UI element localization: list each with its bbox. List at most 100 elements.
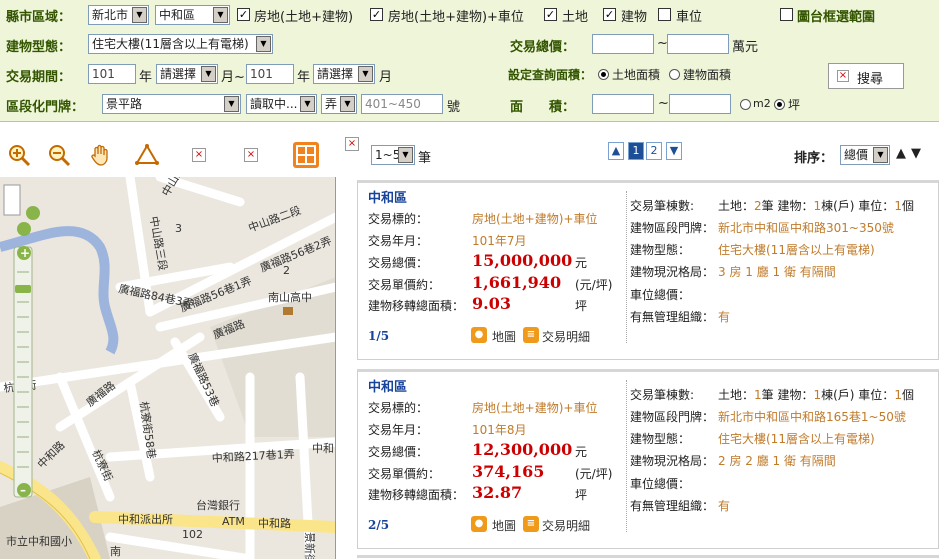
chevron-down-icon: ▼: [132, 7, 147, 23]
map-label: 3: [175, 222, 182, 235]
map-pin-icon: ●: [471, 327, 487, 343]
record-mgmt-label: 有無管理組織：: [630, 310, 715, 324]
record-unit-price-label: 交易單價約：: [368, 278, 441, 292]
check-land-building[interactable]: ✓: [237, 8, 250, 21]
map-select-label: 圖台框選範圍: [797, 10, 876, 25]
page-1-button[interactable]: 1: [628, 142, 644, 160]
hand-icon[interactable]: [88, 143, 114, 169]
grid-icon[interactable]: [292, 141, 319, 168]
radio-ping-label: 坪: [788, 98, 801, 112]
record-address: 新北市中和區中和路301~350號: [718, 221, 894, 235]
alley-select[interactable]: 弄 ▼: [321, 94, 357, 114]
check-map-select[interactable]: [780, 8, 793, 21]
area-max-input[interactable]: [669, 94, 731, 114]
sort-desc-icon[interactable]: ▼: [911, 146, 921, 161]
radio-ping[interactable]: [774, 99, 785, 110]
radio-m2[interactable]: [740, 99, 751, 110]
record-area: 32.87: [472, 483, 523, 502]
building-type-select[interactable]: 住宅大樓(11層含以上有電梯) ▼: [88, 34, 273, 54]
chevron-down-icon: ▼: [300, 96, 315, 112]
map-label: 景新街: [303, 532, 317, 559]
radio-m2-label: m2: [753, 97, 771, 110]
record-count: 土地：2筆 建物：1棟(戶) 車位：1個: [718, 197, 914, 214]
radio-land-area[interactable]: [598, 69, 609, 80]
price-unit: 萬元: [732, 40, 759, 55]
check-land-label: 土地: [562, 10, 589, 25]
chevron-down-icon: ▼: [358, 66, 373, 82]
chevron-down-icon: ▼: [340, 96, 355, 112]
check-building-label: 建物: [621, 10, 648, 25]
check-land[interactable]: ✓: [544, 8, 557, 21]
lane-select[interactable]: 讀取中... ▼: [246, 94, 317, 114]
month-from-select[interactable]: 請選擇 ▼: [156, 64, 218, 84]
zoom-out-icon[interactable]: [46, 143, 72, 169]
chevron-down-icon: ▼: [224, 96, 239, 112]
year-from-input[interactable]: 101: [88, 64, 136, 84]
record-date: 101年8月: [472, 423, 527, 437]
month-to-value: 請選擇: [317, 67, 354, 81]
chevron-down-icon: ▼: [873, 147, 888, 163]
zoom-slider-handle[interactable]: [15, 285, 31, 293]
check-land-building-parking[interactable]: ✓: [370, 8, 383, 21]
price-max-input[interactable]: [667, 34, 729, 54]
year-to-unit: 年: [297, 70, 311, 85]
district-select[interactable]: 中和區 ▼: [155, 5, 230, 25]
record-type: 住宅大樓(11層含以上有電梯): [718, 432, 875, 446]
radio-building-area-label: 建物面積: [683, 68, 732, 82]
record-layout: 3 房 1 廳 1 衛 有隔間: [718, 265, 836, 279]
record-unit-price-unit: (元/坪): [575, 278, 613, 292]
map-label: 中和: [312, 442, 334, 455]
map[interactable]: 中山路二段 中山路三段 中山路二段 廣福路84巷3弄 廣福路56巷2弄 廣福路5…: [0, 177, 336, 559]
alley-value: 弄: [325, 97, 338, 111]
pan-right-icon[interactable]: [26, 206, 40, 220]
broken-image-icon[interactable]: ×: [244, 148, 258, 162]
radio-building-area[interactable]: [669, 69, 680, 80]
record-layout-label: 建物現況格局：: [630, 454, 715, 468]
region-label: 縣市區域：: [6, 10, 72, 25]
record-detail-link[interactable]: 交易明細: [542, 517, 590, 534]
page-2-button[interactable]: 2: [646, 142, 662, 160]
record-count-label: 交易筆棟數:: [630, 199, 695, 213]
record-unit-price-unit: (元/坪): [575, 467, 613, 481]
month-to-select[interactable]: 請選擇 ▼: [313, 64, 375, 84]
record-address-label: 建物區段門牌：: [630, 221, 715, 235]
record-mgmt: 有: [718, 310, 731, 324]
number-range-input[interactable]: 401~450: [361, 94, 443, 114]
map-label: ATM: [222, 515, 245, 528]
road-select[interactable]: 景平路 ▼: [102, 94, 241, 114]
pan-down-icon[interactable]: [17, 222, 31, 236]
record-total-label: 交易總價：: [368, 256, 429, 270]
zoom-in-icon[interactable]: [6, 143, 32, 169]
count-park: 1: [894, 199, 902, 213]
district-value: 中和區: [159, 8, 196, 22]
building-type-label: 建物型態：: [6, 40, 72, 55]
record-date-label: 交易年月：: [368, 423, 429, 437]
record-area-unit: 坪: [575, 299, 588, 313]
count-park-label: 棟(戶) 車位：: [821, 388, 895, 402]
sort-select[interactable]: 總價 ▼: [840, 145, 890, 165]
year-to-input[interactable]: 101: [246, 64, 294, 84]
area-min-input[interactable]: [592, 94, 654, 114]
check-building[interactable]: ✓: [603, 8, 616, 21]
record-district: 中和區: [368, 380, 408, 395]
next-page-icon[interactable]: ▼: [666, 142, 682, 160]
sort-asc-icon[interactable]: ▲: [896, 146, 906, 161]
per-page-select[interactable]: 1~5 ▼: [371, 145, 415, 165]
record-map-link[interactable]: 地圖: [492, 328, 516, 345]
area-sep: ~: [658, 96, 669, 111]
check-land-building-parking-label: 房地(土地+建物)+車位: [388, 10, 524, 25]
record-detail-link[interactable]: 交易明細: [542, 328, 590, 345]
record-date: 101年7月: [472, 234, 527, 248]
record-layout: 2 房 2 廳 1 衛 有隔間: [718, 454, 836, 468]
polygon-icon[interactable]: [134, 143, 160, 169]
chevron-down-icon: ▼: [398, 147, 413, 163]
record-map-link[interactable]: 地圖: [492, 517, 516, 534]
broken-image-icon[interactable]: ×: [192, 148, 206, 162]
price-min-input[interactable]: [592, 34, 654, 54]
prev-page-icon[interactable]: ▲: [608, 142, 624, 160]
record-total: 12,300,000: [472, 440, 573, 459]
record-mgmt: 有: [718, 499, 731, 513]
search-button[interactable]: × 搜尋: [828, 63, 904, 89]
city-select[interactable]: 新北市 ▼: [88, 5, 149, 25]
check-parking[interactable]: [658, 8, 671, 21]
